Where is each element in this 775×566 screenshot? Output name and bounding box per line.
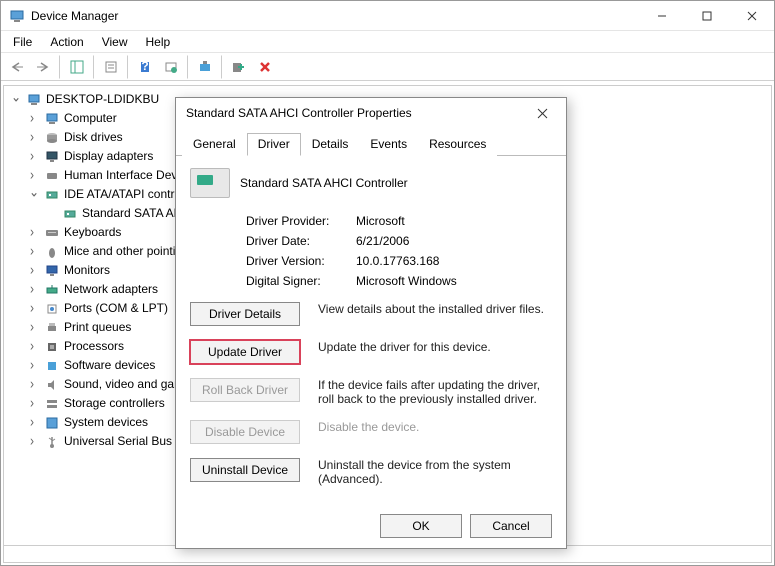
version-value: 10.0.17763.168 [356, 254, 439, 268]
tree-item-label: Ports (COM & LPT) [64, 299, 168, 318]
tree-item-label: Storage controllers [64, 394, 165, 413]
tree-item-label: Display adapters [64, 147, 153, 166]
tree-item-label: System devices [64, 413, 148, 432]
tree-item-label: Print queues [64, 318, 131, 337]
update-driver-desc: Update the driver for this device. [318, 340, 552, 354]
disable-device-button: Disable Device [190, 420, 300, 444]
network-icon [44, 282, 60, 298]
print-icon [44, 320, 60, 336]
dialog-close-button[interactable] [528, 99, 556, 127]
properties-button[interactable] [99, 55, 123, 79]
computer-icon [44, 111, 60, 127]
provider-label: Driver Provider: [246, 214, 356, 228]
dialog-titlebar: Standard SATA AHCI Controller Properties [176, 98, 566, 128]
disable-device-desc: Disable the device. [318, 420, 552, 434]
device-chip-icon [190, 168, 230, 198]
help-button[interactable]: ? [133, 55, 157, 79]
version-label: Driver Version: [246, 254, 356, 268]
uninstall-button[interactable] [253, 55, 277, 79]
ok-button[interactable]: OK [380, 514, 462, 538]
uninstall-device-desc: Uninstall the device from the system (Ad… [318, 458, 552, 486]
ide-icon [44, 187, 60, 203]
properties-dialog: Standard SATA AHCI Controller Properties… [175, 97, 567, 549]
signer-value: Microsoft Windows [356, 274, 457, 288]
tree-root-label: DESKTOP-LDIDKBU [46, 90, 159, 109]
tree-item-label: Computer [64, 109, 117, 128]
driver-details-button[interactable]: Driver Details [190, 302, 300, 326]
menubar: File Action View Help [1, 31, 774, 53]
window-title: Device Manager [31, 9, 639, 23]
titlebar: Device Manager [1, 1, 774, 31]
keyboard-icon [44, 225, 60, 241]
minimize-button[interactable] [639, 1, 684, 30]
tab-content: Standard SATA AHCI Controller Driver Pro… [176, 156, 566, 512]
driver-details-desc: View details about the installed driver … [318, 302, 552, 316]
mouse-icon [44, 244, 60, 260]
tab-details[interactable]: Details [301, 133, 360, 156]
computer-icon [26, 92, 42, 108]
ports-icon [44, 301, 60, 317]
disk-icon [44, 130, 60, 146]
provider-value: Microsoft [356, 214, 405, 228]
rollback-driver-button: Roll Back Driver [190, 378, 300, 402]
signer-label: Digital Signer: [246, 274, 356, 288]
tab-driver[interactable]: Driver [247, 133, 301, 156]
separator [59, 55, 61, 79]
display-icon [44, 149, 60, 165]
back-button[interactable] [5, 55, 29, 79]
device-manager-window: Device Manager File Action View Help ? [0, 0, 775, 566]
usb-icon [44, 434, 60, 450]
rollback-driver-desc: If the device fails after updating the d… [318, 378, 552, 406]
hid-icon [44, 168, 60, 184]
separator [127, 55, 129, 79]
toolbar: ? [1, 53, 774, 81]
menu-view[interactable]: View [94, 33, 136, 51]
software-icon [44, 358, 60, 374]
dialog-title: Standard SATA AHCI Controller Properties [186, 106, 528, 120]
menu-action[interactable]: Action [42, 33, 91, 51]
cancel-button[interactable]: Cancel [470, 514, 552, 538]
scan-hardware-button[interactable] [193, 55, 217, 79]
menu-file[interactable]: File [5, 33, 40, 51]
tree-item-label: Network adapters [64, 280, 158, 299]
separator [93, 55, 95, 79]
separator [187, 55, 189, 79]
date-value: 6/21/2006 [356, 234, 409, 248]
tree-item-label: Keyboards [64, 223, 121, 242]
separator [221, 55, 223, 79]
maximize-button[interactable] [684, 1, 729, 30]
dialog-tabs: General Driver Details Events Resources [176, 128, 566, 156]
tree-item-label: Processors [64, 337, 124, 356]
tab-events[interactable]: Events [359, 133, 418, 156]
device-name: Standard SATA AHCI Controller [240, 176, 408, 190]
show-hide-tree-button[interactable] [65, 55, 89, 79]
forward-button[interactable] [31, 55, 55, 79]
tab-general[interactable]: General [182, 133, 247, 156]
tab-resources[interactable]: Resources [418, 133, 497, 156]
tree-item-label: Monitors [64, 261, 110, 280]
sound-icon [44, 377, 60, 393]
tree-item-label: Disk drives [64, 128, 123, 147]
close-button[interactable] [729, 1, 774, 30]
action-button[interactable] [159, 55, 183, 79]
svg-text:?: ? [141, 60, 148, 73]
menu-help[interactable]: Help [138, 33, 179, 51]
monitor-icon [44, 263, 60, 279]
tree-item-label: Software devices [64, 356, 155, 375]
system-icon [44, 415, 60, 431]
ide-icon [62, 206, 78, 222]
date-label: Driver Date: [246, 234, 356, 248]
storage-icon [44, 396, 60, 412]
cpu-icon [44, 339, 60, 355]
add-hardware-button[interactable] [227, 55, 251, 79]
app-icon [9, 8, 25, 24]
update-driver-button[interactable]: Update Driver [190, 340, 300, 364]
uninstall-device-button[interactable]: Uninstall Device [190, 458, 300, 482]
